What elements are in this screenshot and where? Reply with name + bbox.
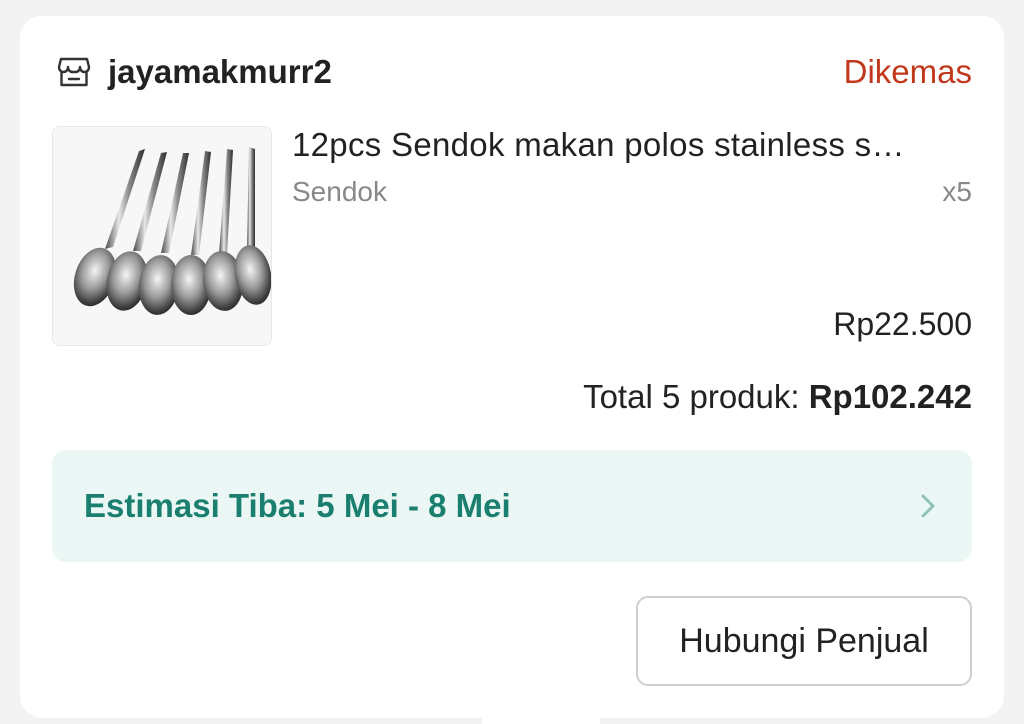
- store-icon: [56, 54, 92, 90]
- product-image[interactable]: [52, 126, 272, 346]
- delivery-estimate-text: Estimasi Tiba: 5 Mei - 8 Mei: [84, 487, 511, 524]
- product-variant: Sendok: [292, 176, 387, 207]
- order-card[interactable]: jayamakmurr2 Dikemas 12pcs Sendok makan …: [20, 16, 1004, 718]
- next-card-edge: [482, 716, 600, 724]
- product-title[interactable]: 12pcs Sendok makan polos stainless s…: [292, 126, 972, 164]
- product-quantity: x5: [942, 176, 972, 207]
- shop-name[interactable]: jayamakmurr2: [108, 53, 332, 91]
- shop-info[interactable]: jayamakmurr2: [56, 53, 332, 91]
- spoons-illustration: [53, 127, 271, 345]
- order-total: Total 5 produk: Rp102.242: [583, 378, 972, 416]
- order-status: Dikemas: [843, 53, 972, 90]
- product-price: Rp22.500: [833, 306, 972, 342]
- total-label: Total 5 produk:: [583, 378, 800, 415]
- shop-header: jayamakmurr2 Dikemas: [56, 52, 972, 92]
- total-amount: Rp102.242: [808, 378, 972, 415]
- delivery-estimate-banner[interactable]: Estimasi Tiba: 5 Mei - 8 Mei: [52, 450, 972, 562]
- chevron-right-icon: [914, 492, 942, 520]
- contact-seller-button[interactable]: Hubungi Penjual: [636, 596, 972, 686]
